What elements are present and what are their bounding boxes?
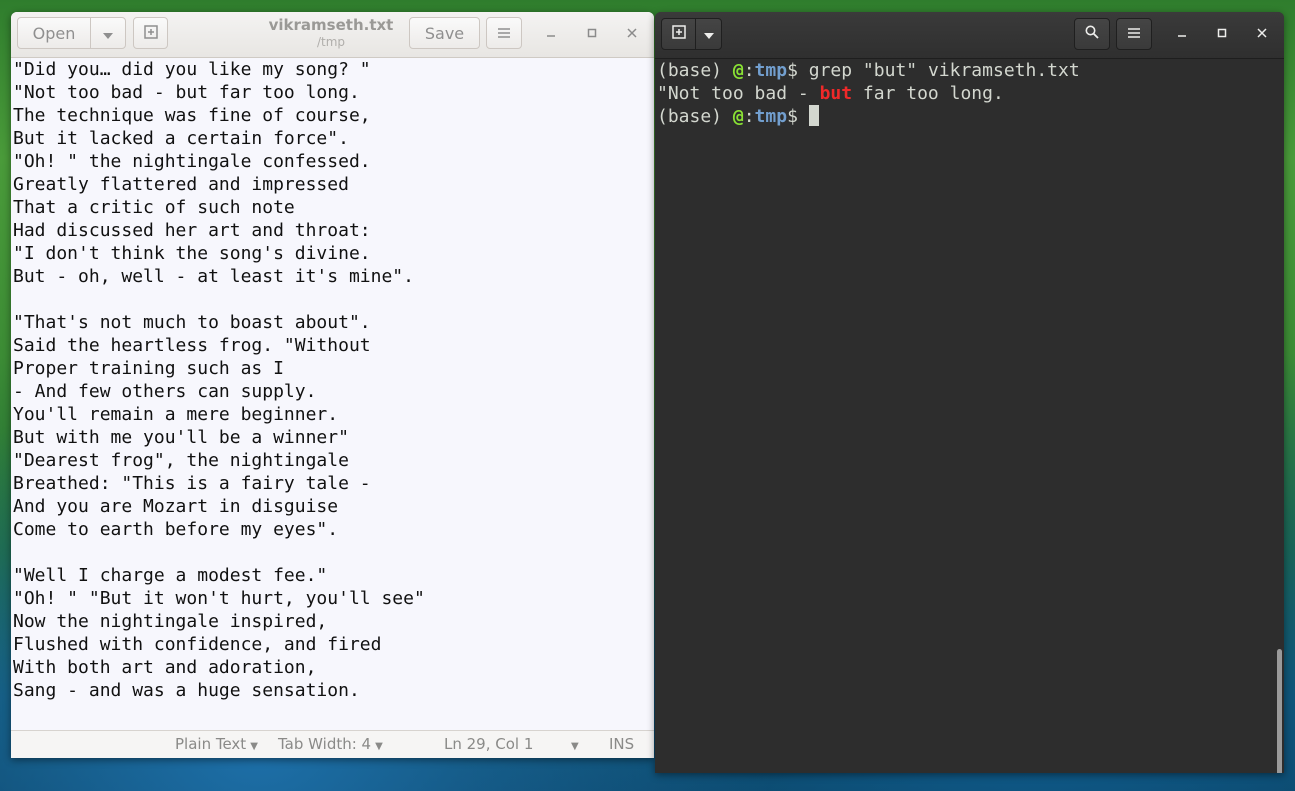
window-subtitle: /tmp <box>316 35 346 49</box>
hamburger-menu-icon <box>1128 25 1140 43</box>
maximize-icon <box>587 26 597 42</box>
text-line: The technique was fine of course, <box>13 105 371 126</box>
text-line <box>13 541 425 564</box>
text-line: "Dearest frog", the nightingale <box>13 450 349 471</box>
caret-down-icon: ▼ <box>571 741 579 752</box>
grep-match-highlight: but <box>819 83 853 104</box>
terminal-output-line: "Not too bad - but far too long. <box>657 82 1080 105</box>
text-line: Breathed: "This is a fairy tale - <box>13 473 371 494</box>
text-line: Had discussed her art and throat: <box>13 220 371 241</box>
search-icon <box>1085 25 1099 43</box>
hamburger-menu-icon <box>498 24 510 43</box>
terminal-prompt-line: (base) @:tmp$ <box>657 105 1080 128</box>
text-line: "I don't think the song's divine. <box>13 243 371 264</box>
chevron-down-icon <box>103 24 113 43</box>
text-line: But with me you'll be a winner" <box>13 427 349 448</box>
new-document-button[interactable] <box>133 17 168 49</box>
insert-mode-indicator: INS <box>609 735 634 753</box>
text-line: "Oh! " the nightingale confessed. <box>13 151 371 172</box>
new-tab-button[interactable] <box>661 18 696 50</box>
text-line: Sang - and was a huge sensation. <box>13 680 360 701</box>
new-document-icon <box>143 24 158 43</box>
minimize-icon <box>1177 26 1187 42</box>
prompt-directory: tmp <box>754 60 788 81</box>
position-menu-caret[interactable]: ▼ <box>567 735 579 753</box>
editor-header-bar: Open vikramseth.txt /tmp Save <box>11 12 654 58</box>
text-line: Flushed with confidence, and fired <box>13 634 382 655</box>
maximize-icon <box>1217 26 1227 42</box>
open-button[interactable]: Open <box>17 17 91 49</box>
text-line: But it lacked a certain force". <box>13 128 349 149</box>
text-line: That a critic of such note <box>13 197 295 218</box>
text-line: Come to earth before my eyes". <box>13 519 339 540</box>
text-line: Said the heartless frog. "Without <box>13 335 371 356</box>
text-line: Greatly flattered and impressed <box>13 174 349 195</box>
terminal-scrollbar[interactable] <box>1277 649 1282 773</box>
caret-down-icon: ▼ <box>250 741 258 752</box>
terminal-command-line: (base) @:tmp$ grep "but" vikramseth.txt <box>657 59 1080 82</box>
prompt-env: (base) <box>657 106 733 127</box>
search-button[interactable] <box>1074 18 1110 50</box>
text-cursor <box>808 105 819 126</box>
prompt-separator: : <box>743 106 755 127</box>
minimize-button[interactable] <box>1172 24 1192 44</box>
hamburger-menu-button[interactable] <box>486 17 522 49</box>
prompt-user: @ <box>732 60 744 81</box>
text-line <box>13 288 425 311</box>
text-line: Proper training such as I <box>13 358 284 379</box>
text-line: And you are Mozart in disguise <box>13 496 339 517</box>
maximize-button[interactable] <box>582 24 602 44</box>
insert-mode-label: INS <box>609 735 635 753</box>
save-button[interactable]: Save <box>409 17 480 49</box>
prompt-env: (base) <box>657 60 733 81</box>
close-icon <box>1257 26 1267 42</box>
prompt-directory: tmp <box>754 106 788 127</box>
close-button[interactable] <box>622 24 642 44</box>
language-selector[interactable]: Plain Text ▼ <box>175 735 258 753</box>
language-label: Plain Text <box>175 735 247 753</box>
text-line: "Did you… did you like my song? " <box>13 59 371 80</box>
prompt-user: @ <box>732 106 744 127</box>
text-editor-window: Open vikramseth.txt /tmp Save "Did you… … <box>11 12 654 758</box>
text-line: "Not too bad - but far too long. <box>13 82 360 103</box>
chevron-down-icon <box>703 25 714 43</box>
text-editing-area[interactable]: "Did you… did you like my song? " "Not to… <box>11 58 654 730</box>
tab-width-label: Tab Width: 4 <box>278 735 372 753</box>
tab-width-selector[interactable]: Tab Width: 4 ▼ <box>278 735 383 753</box>
new-tab-icon <box>671 25 686 43</box>
minimize-button[interactable] <box>541 24 561 44</box>
cursor-position-label: Ln 29, Col 1 <box>444 735 534 753</box>
terminal-header-bar <box>655 12 1284 59</box>
open-recent-dropdown-button[interactable] <box>90 17 126 49</box>
terminal-content: (base) @:tmp$ grep "but" vikramseth.txt … <box>657 59 1080 128</box>
hamburger-menu-button[interactable] <box>1116 18 1152 50</box>
maximize-button[interactable] <box>1212 24 1232 44</box>
text-line: You'll remain a mere beginner. <box>13 404 339 425</box>
text-line: But - oh, well - at least it's mine". <box>13 266 414 287</box>
document-content[interactable]: "Did you… did you like my song? " "Not to… <box>13 58 425 725</box>
text-line <box>13 702 425 725</box>
caret-down-icon: ▼ <box>375 741 383 752</box>
prompt-symbol: $ <box>787 106 809 127</box>
prompt-symbol: $ <box>787 60 809 81</box>
window-title: vikramseth.txt <box>268 16 394 34</box>
new-tab-dropdown-button[interactable] <box>695 18 722 50</box>
output-text-after: far too long. <box>852 83 1004 104</box>
text-line: "Oh! " "But it won't hurt, you'll see" <box>13 588 425 609</box>
entered-command: grep "but" vikramseth.txt <box>808 60 1080 81</box>
editor-status-bar: Plain Text ▼ Tab Width: 4 ▼ Ln 29, Col 1 ▼… <box>11 730 654 758</box>
terminal-window: (base) @:tmp$ grep "but" vikramseth.txt … <box>655 12 1284 773</box>
minimize-icon <box>546 26 556 42</box>
cursor-position[interactable]: Ln 29, Col 1 <box>444 735 533 753</box>
terminal-output-area[interactable]: (base) @:tmp$ grep "but" vikramseth.txt … <box>655 59 1284 773</box>
text-line: "Well I charge a modest fee." <box>13 565 328 586</box>
text-line: "That's not much to boast about". <box>13 312 371 333</box>
output-text-before: "Not too bad - <box>657 83 820 104</box>
close-button[interactable] <box>1252 24 1272 44</box>
prompt-separator: : <box>743 60 755 81</box>
text-line: - And few others can supply. <box>13 381 317 402</box>
close-icon <box>627 26 637 42</box>
text-line: With both art and adoration, <box>13 657 317 678</box>
text-line: Now the nightingale inspired, <box>13 611 328 632</box>
